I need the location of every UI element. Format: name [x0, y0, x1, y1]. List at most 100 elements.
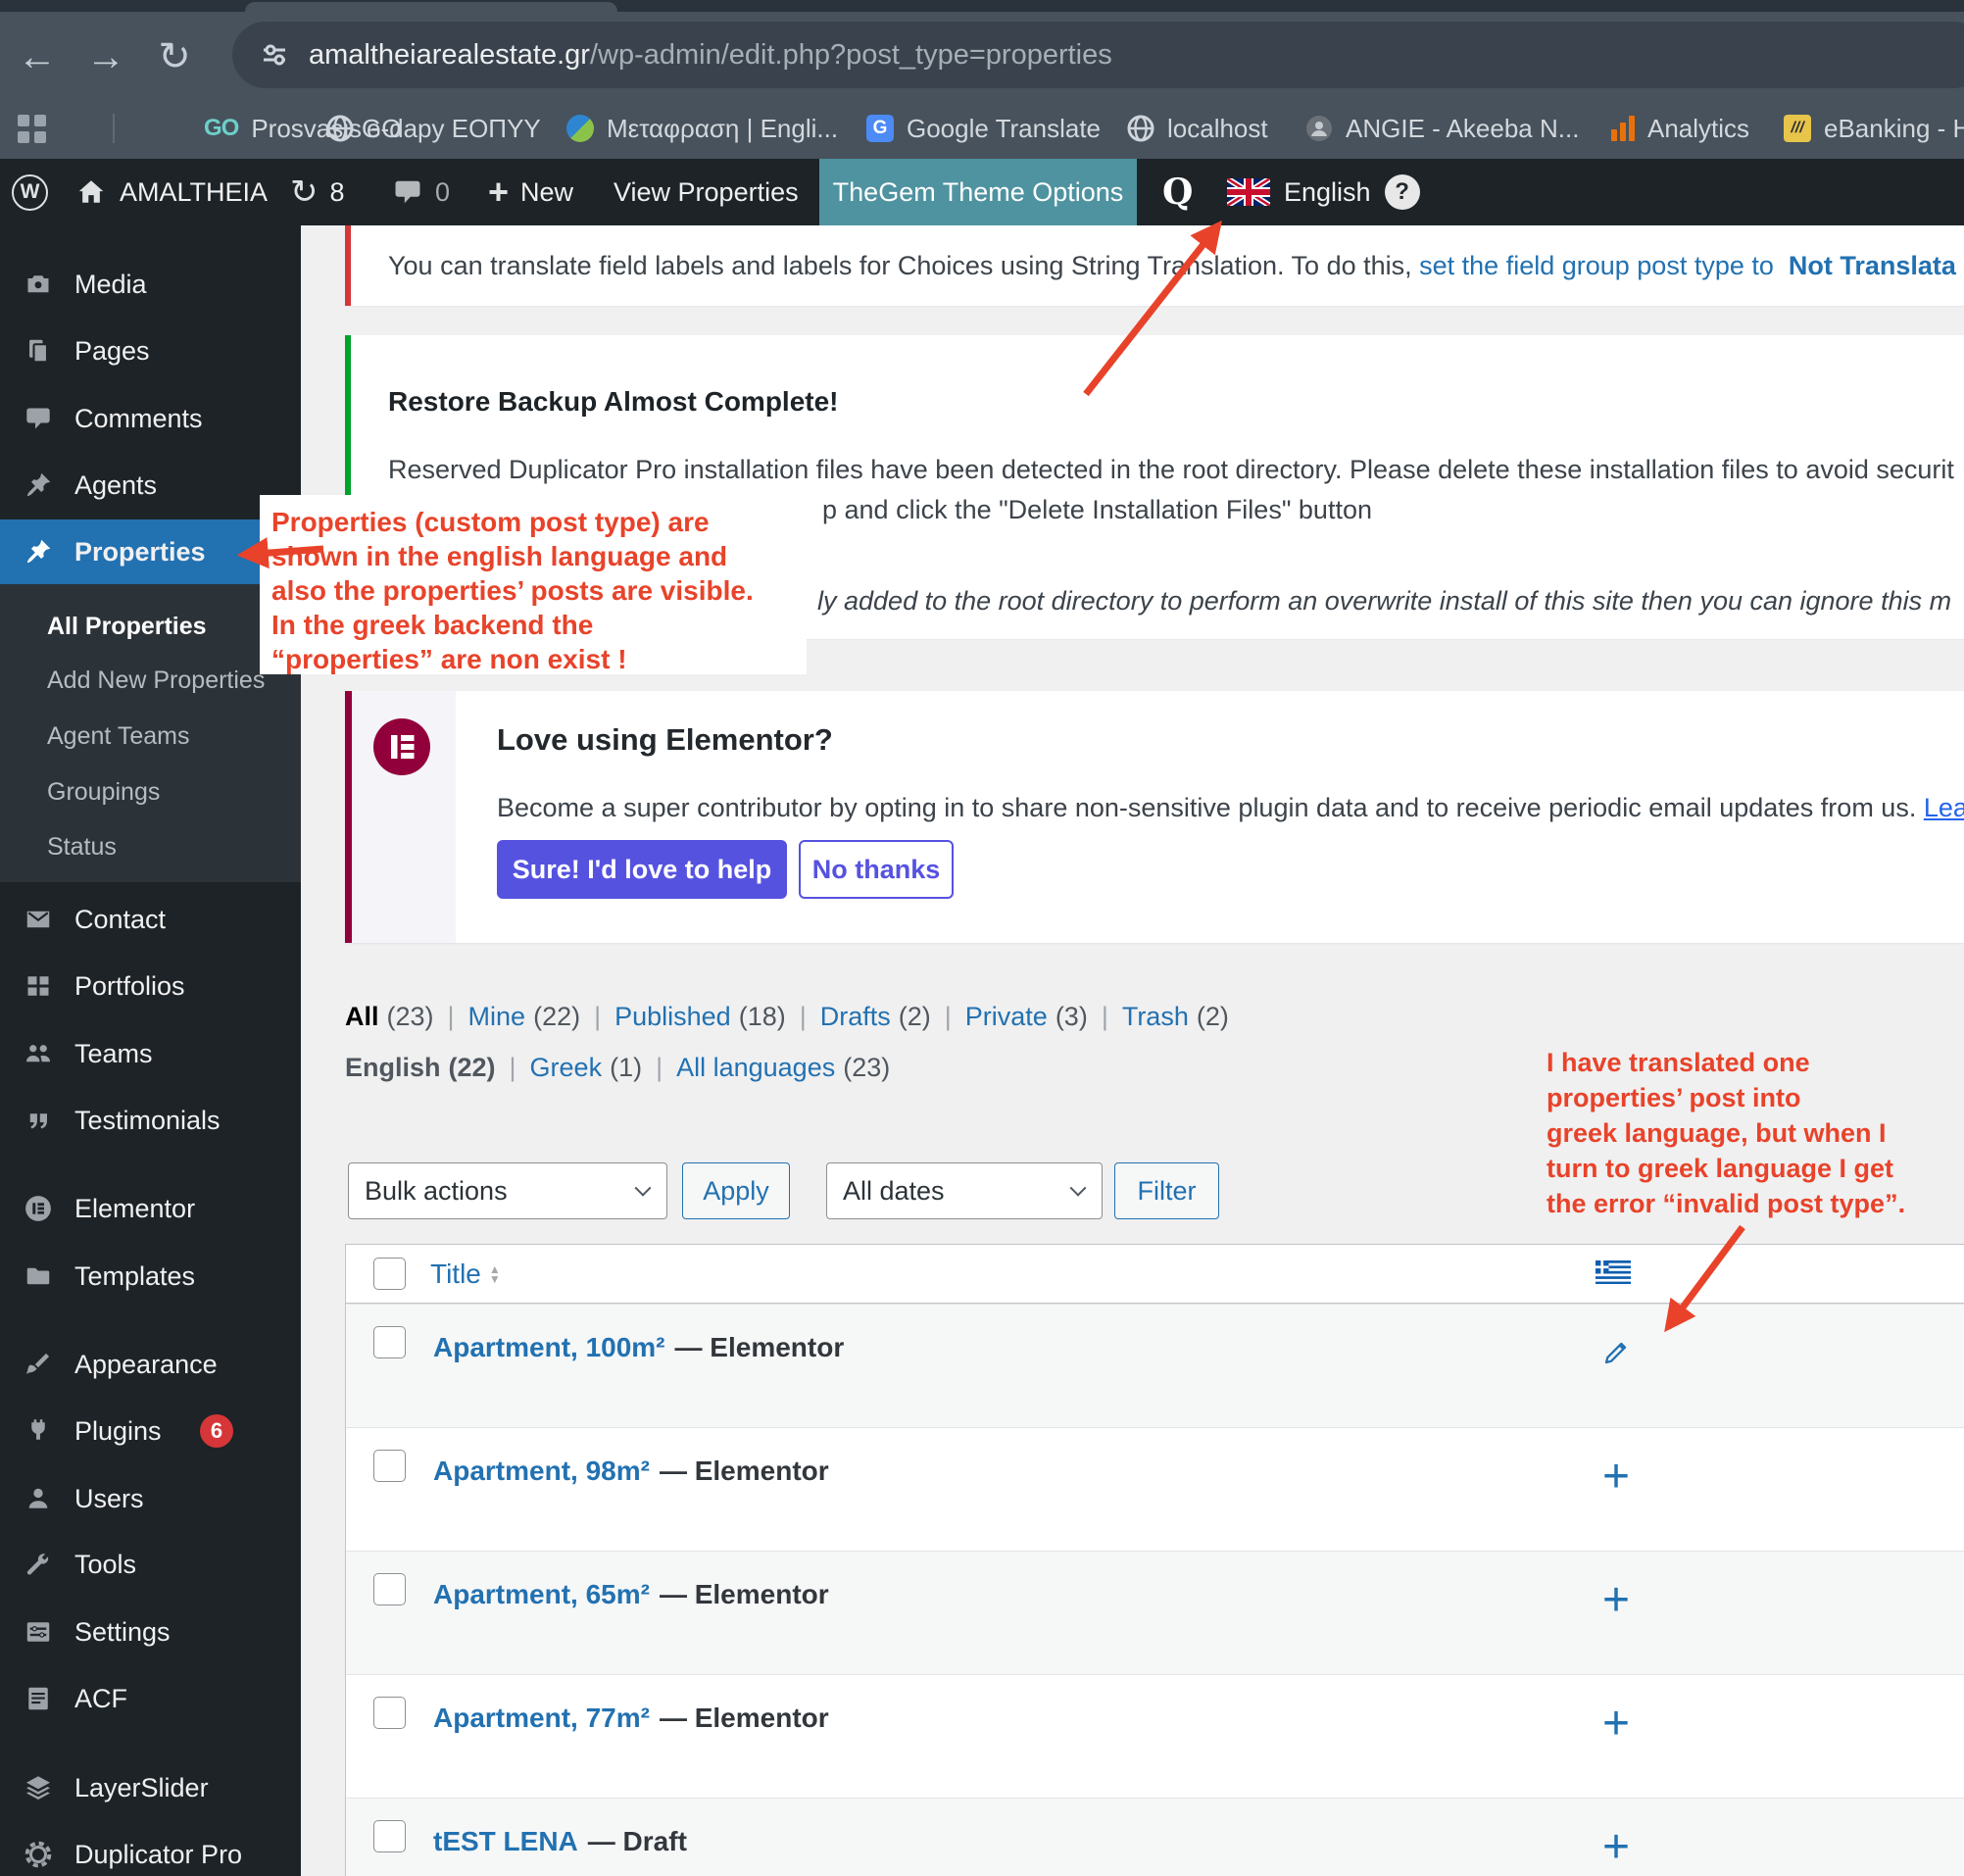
filter-all[interactable]: All (23): [345, 1002, 468, 1032]
comments-icon: [24, 404, 53, 433]
sidebar-item-contact[interactable]: Contact: [0, 887, 301, 952]
sidebar-item-acf[interactable]: ACF: [0, 1666, 301, 1731]
language-switcher-menu[interactable]: English ?: [1227, 159, 1420, 225]
table-row: Apartment, 98m² — Elementor +: [346, 1427, 1964, 1551]
translatepress-menu[interactable]: Q: [1162, 159, 1193, 225]
google-translate-icon: G: [866, 115, 894, 142]
table-row: tEST LENA — Draft +: [346, 1798, 1964, 1876]
post-title-link[interactable]: Apartment, 98m²: [433, 1456, 650, 1486]
sidebar-item-media[interactable]: Media: [0, 252, 301, 317]
help-icon[interactable]: ?: [1384, 174, 1420, 210]
new-content-menu[interactable]: + New: [488, 159, 573, 225]
filter-private[interactable]: Private (3): [965, 1002, 1122, 1032]
sidebar-item-plugins[interactable]: Plugins 6: [0, 1399, 301, 1463]
url-text[interactable]: amaltheiarealestate.gr/wp-admin/edit.php…: [309, 39, 1112, 72]
add-translation-icon[interactable]: +: [1589, 1689, 1644, 1757]
edit-translation-icon[interactable]: [1589, 1318, 1644, 1387]
bookmark-ebanking[interactable]: /// eBanking - H: [1784, 98, 1964, 159]
elementor-decline-button[interactable]: No thanks: [799, 840, 954, 899]
select-all-checkbox[interactable]: [373, 1258, 406, 1290]
filter-published[interactable]: Published (18): [614, 1002, 820, 1032]
table-header-row: Title ▲ ▼: [346, 1245, 1964, 1304]
post-title-link[interactable]: tEST LENA: [433, 1826, 578, 1856]
elementor-accept-button[interactable]: Sure! I'd love to help: [497, 840, 787, 899]
table-row: Apartment, 65m² — Elementor +: [346, 1551, 1964, 1674]
bookmark-analytics[interactable]: Analytics: [1611, 98, 1749, 159]
learn-more-link[interactable]: Learn mo: [1924, 793, 1964, 822]
row-checkbox[interactable]: [373, 1450, 406, 1482]
updates-menu[interactable]: ↻ 8: [290, 159, 345, 225]
greek-flag-column-icon[interactable]: [1596, 1260, 1631, 1289]
sidebar-item-properties[interactable]: Properties: [0, 519, 301, 584]
set-post-type-link[interactable]: set the field group post type to: [1419, 251, 1774, 280]
dates-select[interactable]: All dates: [826, 1162, 1103, 1219]
sidebar-item-agents[interactable]: Agents: [0, 453, 301, 518]
sidebar-item-pages[interactable]: Pages: [0, 319, 301, 383]
filter-drafts[interactable]: Drafts (2): [820, 1002, 965, 1032]
forward-icon[interactable]: →: [82, 35, 129, 78]
post-title-link[interactable]: Apartment, 65m²: [433, 1579, 650, 1609]
pushpin-icon: [24, 537, 53, 567]
add-translation-icon[interactable]: +: [1589, 1812, 1644, 1876]
sidebar-item-tools[interactable]: Tools: [0, 1532, 301, 1597]
sort-arrows-icon: ▲ ▼: [488, 1262, 501, 1286]
bulk-actions-select[interactable]: Bulk actions: [348, 1162, 667, 1219]
gear-icon: [24, 1840, 53, 1869]
sidebar-item-status[interactable]: Status: [47, 822, 301, 871]
view-properties-menu[interactable]: View Properties: [614, 159, 799, 225]
quote-icon: [24, 1106, 53, 1135]
row-checkbox[interactable]: [373, 1573, 406, 1605]
elementor-panel-strip: [352, 691, 456, 943]
not-translatable-link[interactable]: Not Translata: [1789, 251, 1956, 280]
add-translation-icon[interactable]: +: [1589, 1442, 1644, 1510]
bookmark-angie[interactable]: ANGIE - Akeeba N...: [1305, 98, 1579, 159]
apply-button[interactable]: Apply: [682, 1162, 790, 1219]
active-tab[interactable]: [245, 2, 617, 12]
bookmark-edapy[interactable]: e-dapy ΕΟΠΥΥ: [326, 98, 541, 159]
sidebar-item-portfolios[interactable]: Portfolios: [0, 954, 301, 1018]
sidebar-item-templates[interactable]: Templates: [0, 1244, 301, 1308]
sidebar-item-elementor[interactable]: Elementor: [0, 1176, 301, 1241]
pushpin-icon: [24, 470, 53, 500]
filter-lang-english[interactable]: English (22): [345, 1053, 530, 1083]
reload-icon[interactable]: ↻: [151, 35, 198, 78]
post-title-link[interactable]: Apartment, 77m²: [433, 1703, 650, 1733]
bookmark-google-translate[interactable]: G Google Translate: [866, 98, 1101, 159]
post-title-link[interactable]: Apartment, 100m²: [433, 1332, 665, 1362]
sidebar-item-settings[interactable]: Settings: [0, 1600, 301, 1664]
filter-button[interactable]: Filter: [1114, 1162, 1219, 1219]
sidebar-item-duplicator-pro[interactable]: Duplicator Pro: [0, 1822, 301, 1876]
filter-trash[interactable]: Trash (2): [1122, 1002, 1229, 1032]
back-icon[interactable]: ←: [14, 35, 61, 78]
sidebar-item-groupings[interactable]: Groupings: [47, 767, 301, 816]
bookmark-localhost[interactable]: localhost: [1127, 98, 1268, 159]
sidebar-item-testimonials[interactable]: Testimonials: [0, 1088, 301, 1153]
language-filter-links: English(22) Greek(1) All languages(23): [345, 1053, 890, 1083]
wordpress-menu[interactable]: W: [12, 159, 48, 225]
comments-menu[interactable]: 0: [392, 159, 450, 225]
bookmark-metafrasi[interactable]: Μεταφραση | Engli...: [566, 98, 838, 159]
table-row: Apartment, 77m² — Elementor +: [346, 1674, 1964, 1798]
add-translation-icon[interactable]: +: [1589, 1565, 1644, 1634]
filter-lang-all[interactable]: All languages (23): [676, 1053, 890, 1083]
plug-icon: [24, 1416, 53, 1446]
elementor-body: Become a super contributor by opting in …: [497, 793, 1964, 823]
thegem-theme-options-menu[interactable]: TheGem Theme Options: [819, 159, 1137, 225]
title-column-header[interactable]: Title ▲ ▼: [430, 1259, 501, 1290]
sidebar-item-appearance[interactable]: Appearance: [0, 1332, 301, 1397]
sidebar-item-teams[interactable]: Teams: [0, 1021, 301, 1086]
row-checkbox[interactable]: [373, 1326, 406, 1358]
acf-translation-notice: You can translate field labels and label…: [345, 225, 1964, 306]
row-checkbox[interactable]: [373, 1820, 406, 1852]
sidebar-item-users[interactable]: Users: [0, 1466, 301, 1531]
sidebar-item-layerslider[interactable]: LayerSlider: [0, 1755, 301, 1820]
site-name-menu[interactable]: AMALTHEIA: [76, 159, 268, 225]
site-settings-icon[interactable]: [260, 40, 289, 70]
apps-grid-icon[interactable]: [18, 98, 46, 159]
filter-lang-greek[interactable]: Greek (1): [530, 1053, 677, 1083]
address-bar[interactable]: amaltheiarealestate.gr/wp-admin/edit.php…: [232, 22, 1964, 88]
sidebar-item-agent-teams[interactable]: Agent Teams: [47, 712, 301, 761]
row-checkbox[interactable]: [373, 1697, 406, 1729]
sidebar-item-comments[interactable]: Comments: [0, 386, 301, 451]
filter-mine[interactable]: Mine (22): [468, 1002, 615, 1032]
